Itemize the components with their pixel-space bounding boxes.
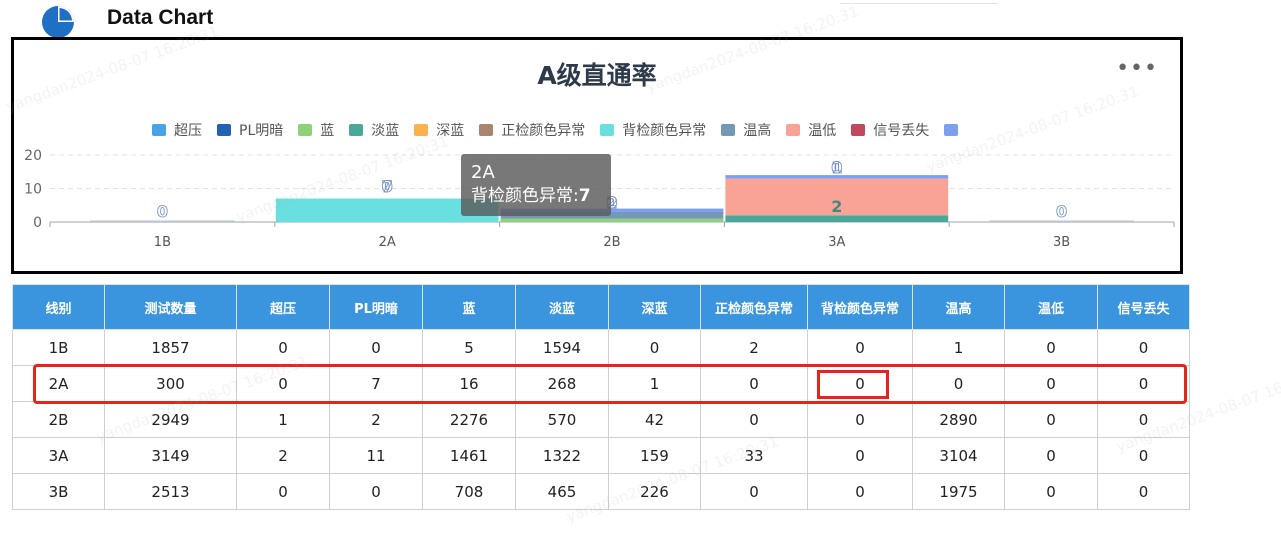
- table-cell: 0: [1004, 401, 1098, 438]
- table-header-cell[interactable]: 超压: [236, 284, 330, 330]
- top-divider: [840, 0, 998, 4]
- table-cell: 3149: [104, 437, 237, 474]
- table-cell: 11: [329, 437, 423, 474]
- tooltip-title: 2A: [471, 162, 495, 183]
- table-row[interactable]: 2B 2949 1 2 2276 570 42 0 0 2890 0 0: [12, 401, 1190, 438]
- table-cell: 0: [1004, 473, 1098, 510]
- table-cell: 1322: [515, 437, 609, 474]
- table-header-cell[interactable]: 测试数量: [104, 284, 237, 330]
- table-cell: 0: [1004, 437, 1098, 474]
- x-tick-label: 2B: [603, 235, 620, 250]
- table-cell: 42: [608, 401, 701, 438]
- table-cell: 3B: [12, 473, 105, 510]
- table-cell: 0: [1097, 473, 1190, 510]
- table-cell: 0: [807, 473, 913, 510]
- table-cell: 1461: [422, 437, 516, 474]
- table-header-cell[interactable]: 温高: [912, 284, 1005, 330]
- table-cell: 2: [236, 437, 330, 474]
- x-tick-label: 1B: [154, 235, 171, 250]
- bar-value-label: 0: [157, 202, 168, 221]
- table-cell: 2B: [12, 401, 105, 438]
- table-cell: 0: [1004, 329, 1098, 366]
- table-cell: 1B: [12, 329, 105, 366]
- table-cell: 2: [700, 329, 808, 366]
- table-cell: 2513: [104, 473, 237, 510]
- x-tick-label: 3A: [828, 235, 845, 250]
- table-cell: 0: [807, 401, 913, 438]
- tooltip-value: 7: [578, 186, 591, 206]
- chart-panel: A级直通率 ••• 超压 PL明暗蓝淡蓝 深蓝 正检颜色异常 背检颜色异常 温高 温低 信号丢…: [11, 37, 1183, 274]
- table-cell: 5: [422, 329, 516, 366]
- x-tick-label: 3B: [1053, 235, 1070, 250]
- bar-segment: [725, 215, 949, 222]
- table-header-cell[interactable]: 蓝: [422, 284, 516, 330]
- table-cell: 1975: [912, 473, 1005, 510]
- table-header-cell[interactable]: PL明暗: [329, 284, 423, 330]
- bar-value-label: 2: [831, 197, 842, 216]
- table-row[interactable]: 3B 2513 0 0 708 465 226 0 0 1975 0 0: [12, 473, 1190, 510]
- table-cell: 2890: [912, 401, 1005, 438]
- table-cell: 1594: [515, 329, 609, 366]
- table-cell: 0: [329, 329, 423, 366]
- table-header-cell[interactable]: 深蓝: [608, 284, 701, 330]
- table-row[interactable]: 1B 1857 0 0 5 1594 0 2 0 1 0 0: [12, 329, 1190, 366]
- table-cell: 226: [608, 473, 701, 510]
- table-cell: 0: [1097, 329, 1190, 366]
- table-cell: 708: [422, 473, 516, 510]
- table-header-cell[interactable]: 信号丢失: [1097, 284, 1190, 330]
- pie-chart-icon: [42, 6, 74, 38]
- table-cell: 0: [700, 401, 808, 438]
- table-cell: 0: [236, 473, 330, 510]
- table-cell: 3A: [12, 437, 105, 474]
- y-tick-label: 10: [24, 182, 42, 198]
- table-header-cell[interactable]: 温低: [1004, 284, 1098, 330]
- table-cell: 570: [515, 401, 609, 438]
- table-cell: 159: [608, 437, 701, 474]
- bar-segment: [500, 218, 724, 222]
- table-row[interactable]: 3A 3149 2 11 1461 1322 159 33 0 3104 0 0: [12, 437, 1190, 474]
- table-cell: 0: [1097, 401, 1190, 438]
- table-cell: 33: [700, 437, 808, 474]
- x-tick-label: 2A: [379, 235, 396, 250]
- table-cell: 1: [912, 329, 1005, 366]
- table-cell: 0: [608, 329, 701, 366]
- table-cell: 1: [236, 401, 330, 438]
- table-cell: 0: [807, 437, 913, 474]
- table-header-cell[interactable]: 正检颜色异常: [700, 284, 808, 330]
- table-cell: 3104: [912, 437, 1005, 474]
- table-cell: 0: [1097, 437, 1190, 474]
- table-header-cell[interactable]: 淡蓝: [515, 284, 609, 330]
- table-cell: 1857: [104, 329, 237, 366]
- table-cell: 0: [700, 473, 808, 510]
- bar-value-label: 0: [382, 177, 393, 196]
- table-header-cell[interactable]: 线别: [12, 284, 105, 330]
- y-tick-label: 20: [24, 148, 42, 164]
- table-header-cell[interactable]: 背检颜色异常: [807, 284, 913, 330]
- highlight-row-box: [33, 364, 1187, 404]
- bar-value-label: 0: [1056, 202, 1067, 221]
- table-cell: 465: [515, 473, 609, 510]
- chart-tooltip: 2A 背检颜色异常:7: [461, 154, 611, 216]
- tooltip-label: 背检颜色异常:: [471, 186, 579, 206]
- table-cell: 2949: [104, 401, 237, 438]
- table-cell: 0: [807, 329, 913, 366]
- page-title: Data Chart: [107, 6, 214, 29]
- table-cell: 0: [329, 473, 423, 510]
- table-cell: 0: [236, 329, 330, 366]
- highlight-cell-box: [817, 370, 889, 399]
- table-cell: 2: [329, 401, 423, 438]
- table-cell: 2276: [422, 401, 516, 438]
- bar-value-label: 1: [831, 158, 842, 177]
- y-tick-label: 0: [33, 215, 42, 231]
